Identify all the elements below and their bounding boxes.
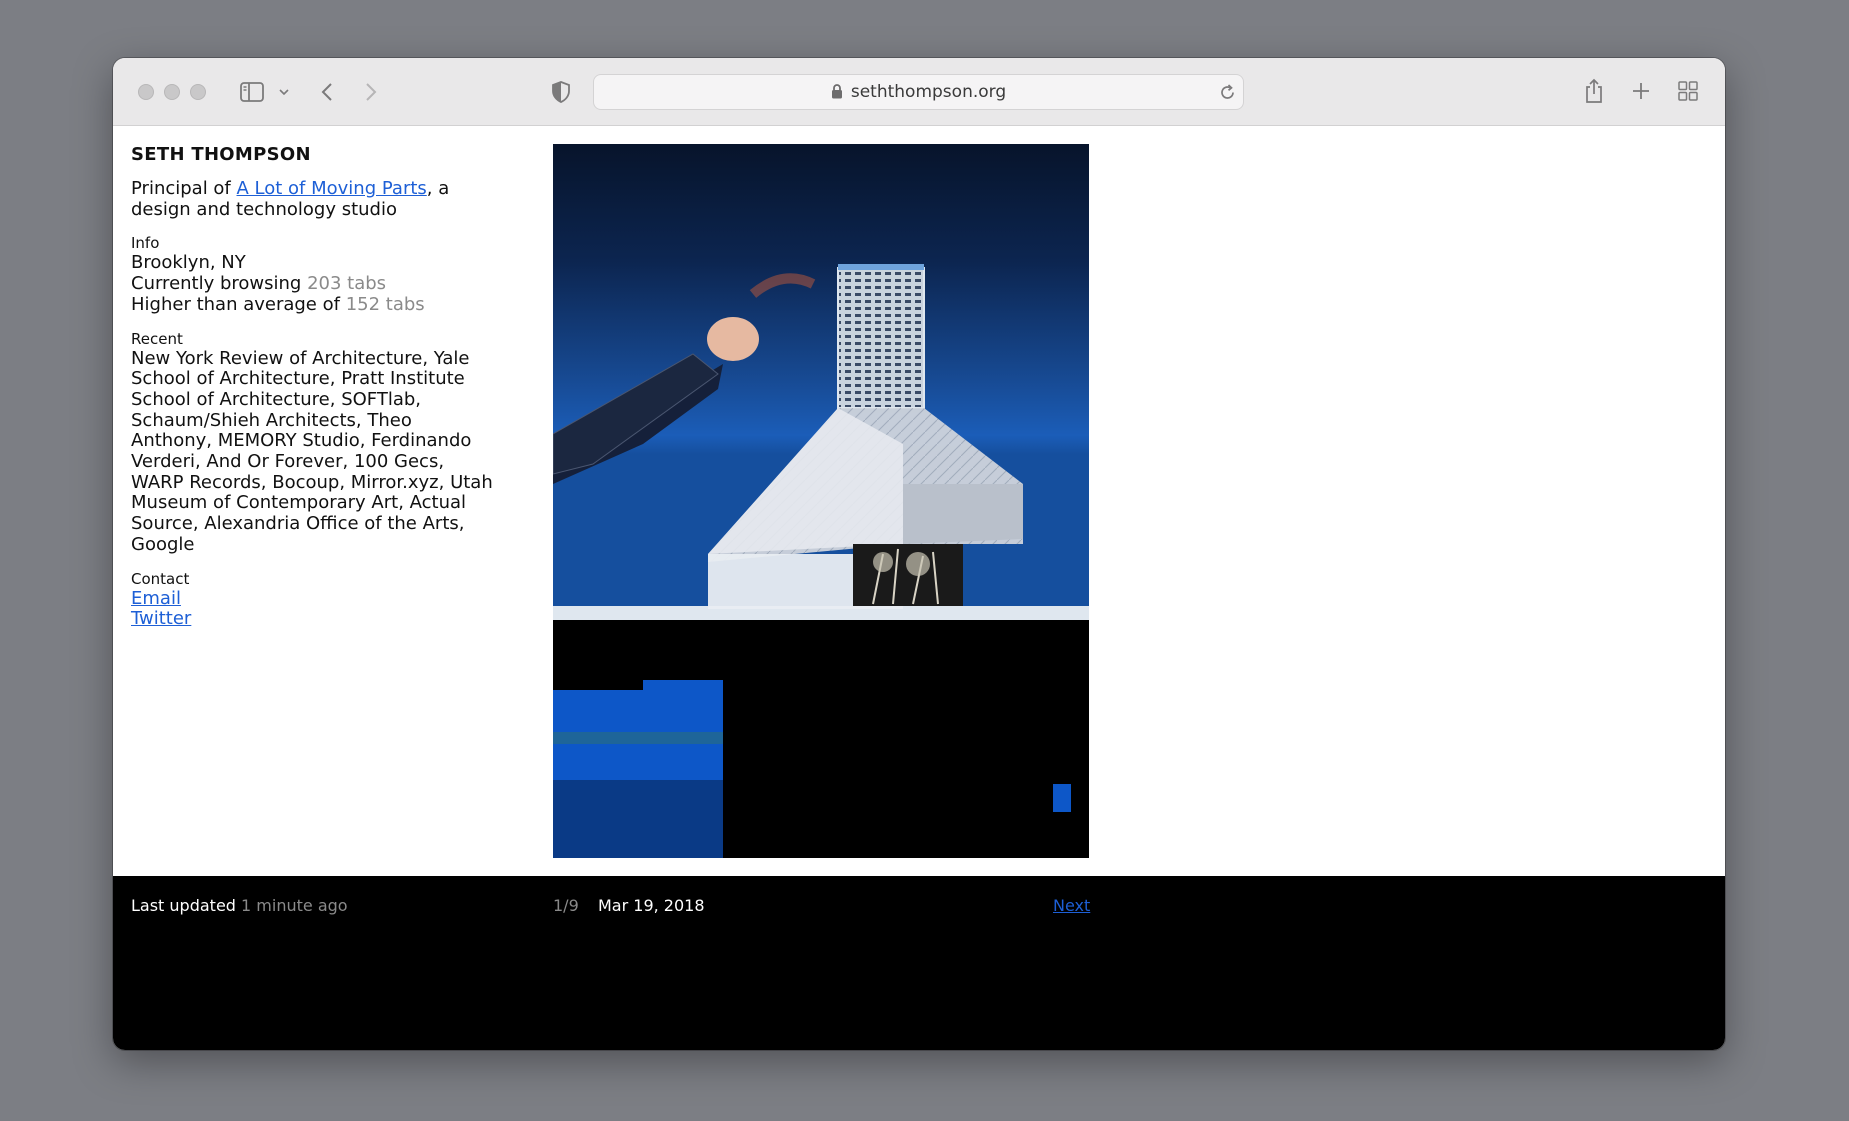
average-prefix: Higher than average of [131,293,346,315]
architecture-model-illustration [553,144,1089,858]
contact-block: Contact Email Twitter [131,570,496,630]
last-updated-value: 1 minute ago [241,896,348,915]
recent-label: Recent [131,329,183,348]
average-value: 152 tabs [345,293,425,315]
studio-link[interactable]: A Lot of Moving Parts [237,178,427,199]
close-window-button[interactable] [138,84,154,100]
project-photo[interactable] [553,144,1089,858]
forward-arrow-icon[interactable] [363,80,379,104]
share-icon[interactable] [1582,76,1606,106]
address-bar[interactable]: seththompson.org [593,74,1244,110]
profile-sidebar: SETH THOMPSON Principal of A Lot of Movi… [131,144,496,644]
recent-clients-text: New York Review of Architecture, Yale Sc… [131,347,493,555]
browsing-line: Currently browsing 203 tabs [131,273,496,295]
intro-text: Principal of A Lot of Moving Parts, a de… [131,178,496,220]
average-line: Higher than average of 152 tabs [131,293,496,316]
url-text: seththompson.org [850,82,1007,102]
address-host: seththompson.org [594,75,1243,109]
browsing-value: 203 tabs [307,273,387,295]
browser-toolbar: seththompson.org [113,58,1725,126]
chevron-down-icon[interactable] [277,84,291,100]
sidebar-toggle-icon[interactable] [239,80,265,104]
info-label: Info [131,234,160,253]
tab-overview-icon[interactable] [1677,80,1699,102]
intro-block: Principal of A Lot of Moving Parts, a de… [131,178,496,220]
last-updated-prefix: Last updated [131,896,242,915]
photo-counter: 1/9 [553,896,579,915]
browser-window: seththompson.org SETH THOMPSON Principal… [113,58,1725,1050]
footer-bar: Last updated 1 minute ago 1/9 Mar 19, 20… [113,876,1725,1050]
privacy-shield-icon[interactable] [551,80,571,104]
minimize-window-button[interactable] [164,84,180,100]
photo-date: Mar 19, 2018 [598,896,705,915]
recent-block: Recent New York Review of Architecture, … [131,330,496,556]
page-content: SETH THOMPSON Principal of A Lot of Movi… [113,126,1725,876]
lock-icon [831,77,843,111]
contact-label: Contact [131,569,190,588]
twitter-link[interactable]: Twitter [131,608,191,629]
next-link[interactable]: Next [1053,896,1090,915]
location-text: Brooklyn, NY [131,252,246,274]
zoom-window-button[interactable] [190,84,206,100]
new-tab-plus-icon[interactable] [1630,80,1652,102]
info-block: Info Brooklyn, NY Currently browsing 203… [131,234,496,315]
reload-icon[interactable] [1217,82,1237,102]
last-updated: Last updated 1 minute ago [131,896,348,915]
intro-prefix: Principal of [131,178,237,199]
browsing-prefix: Currently browsing [131,273,308,295]
site-title: SETH THOMPSON [131,144,311,165]
back-arrow-icon[interactable] [319,80,335,104]
email-link[interactable]: Email [131,588,181,609]
